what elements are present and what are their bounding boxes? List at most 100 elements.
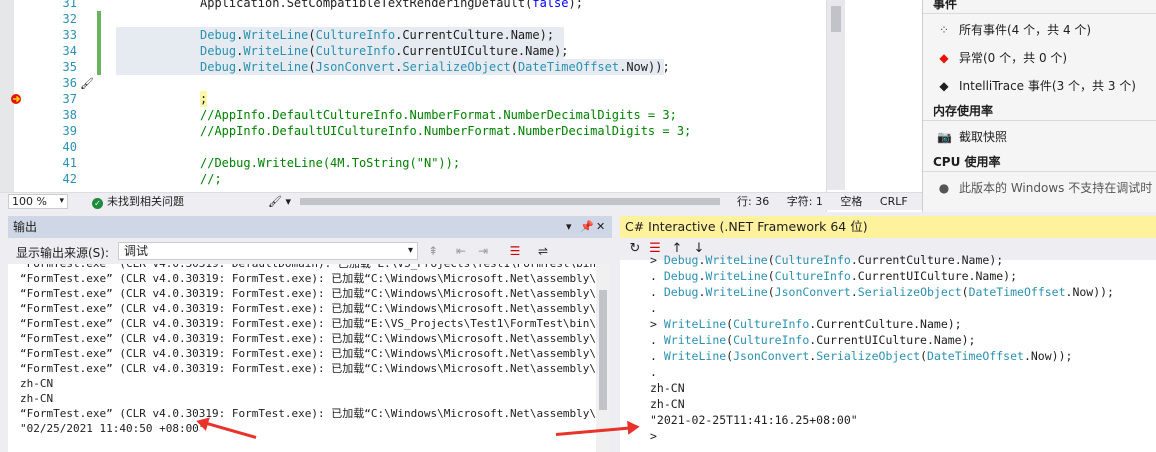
output-toolbar: 显示输出来源(S): 调试 ⇞ ⇤ ⇥ ☰ ⇌ bbox=[8, 238, 612, 264]
output-text[interactable]: “FormTest.exe” (CLR v4.0.30319: DefaultD… bbox=[8, 264, 596, 452]
close-icon[interactable]: ✕ bbox=[596, 216, 605, 238]
output-line: “FormTest.exe” (CLR v4.0.30319: FormTest… bbox=[20, 317, 596, 330]
line-code: Debug.WriteLine(CultureInfo.CurrentCultu… bbox=[200, 27, 554, 43]
code-line[interactable]: 33 Debug.WriteLine(CultureInfo.CurrentCul… bbox=[0, 27, 826, 43]
zoom-dropdown[interactable]: 100 % bbox=[8, 194, 68, 209]
code-token: Debug bbox=[200, 60, 237, 74]
code-token: ( bbox=[767, 269, 775, 283]
output-line: “FormTest.exe” (CLR v4.0.30319: FormTest… bbox=[20, 347, 596, 360]
code-token: ( bbox=[510, 60, 518, 74]
change-marker bbox=[97, 11, 101, 27]
repl-output[interactable]: > Debug.WriteLine(CultureInfo.CurrentCul… bbox=[620, 252, 1156, 444]
code-token: //AppInfo.DefaultUICultureInfo.NumberFor… bbox=[200, 124, 692, 138]
pin-icon[interactable]: 📌 bbox=[580, 216, 594, 238]
line-number: 35 bbox=[62, 60, 77, 74]
code-line[interactable]: 38 //AppInfo.DefaultCultureInfo.NumberFor… bbox=[0, 107, 826, 123]
code-line[interactable]: 37; bbox=[0, 91, 826, 107]
code-token: ( bbox=[308, 44, 316, 58]
output-line: zh-CN bbox=[20, 392, 54, 405]
word-wrap-icon[interactable]: ⇌ bbox=[534, 242, 552, 260]
line-code: //AppInfo.DefaultCultureInfo.NumberForma… bbox=[200, 107, 677, 123]
code-token: JsonConvert bbox=[774, 285, 851, 299]
code-line[interactable]: 35 Debug.WriteLine(JsonConvert.SerializeO… bbox=[0, 59, 826, 75]
editor-vertical-scrollbar[interactable] bbox=[826, 0, 922, 212]
find-message-icon[interactable]: ⇞ bbox=[424, 242, 442, 260]
output-pane: 输出 ▾ 📌 ✕ 显示输出来源(S): 调试 ⇞ ⇤ ⇥ ☰ ⇌ “FormTe… bbox=[8, 216, 612, 452]
clear-all-icon[interactable]: ☰ bbox=[506, 242, 524, 260]
code-token: WriteLine bbox=[663, 349, 727, 363]
scroll-track[interactable] bbox=[827, 0, 845, 190]
code-token: WriteLine bbox=[705, 269, 768, 283]
code-token: WriteLine bbox=[705, 285, 768, 299]
output-source-dropdown[interactable]: 调试 bbox=[118, 242, 418, 260]
code-token: ( bbox=[308, 28, 316, 42]
code-token: CultureInfo bbox=[733, 333, 810, 347]
intellitrace-label: IntelliTrace 事件(3 个，共 3 个) bbox=[959, 79, 1136, 93]
output-title: 输出 bbox=[13, 220, 38, 234]
quick-action-brush-icon[interactable]: 🖌 bbox=[80, 76, 94, 92]
line-number: 37 bbox=[62, 92, 77, 106]
code-token: //; bbox=[200, 172, 222, 186]
interactive-title-bar: C# Interactive (.NET Framework 64 位) bbox=[620, 216, 1156, 238]
events-header: 事件 bbox=[923, 0, 1156, 14]
output-line: "02/25/2021 11:40:50 +08:00" bbox=[20, 422, 206, 435]
code-token: Debug bbox=[663, 285, 699, 299]
go-to-next-icon[interactable]: ⇥ bbox=[474, 242, 492, 260]
line-code: //; bbox=[200, 171, 222, 187]
line-code: Debug.WriteLine(CultureInfo.CurrentUICul… bbox=[200, 43, 569, 59]
snapshot-label: 截取快照 bbox=[959, 130, 1008, 144]
code-lines[interactable]: 31 Application.SetCompatibleTextRendering… bbox=[0, 0, 826, 187]
memory-header: 内存使用率 bbox=[923, 101, 1156, 121]
code-token: WriteLine bbox=[243, 28, 309, 42]
snapshot-button[interactable]: 📷 截取快照 bbox=[937, 126, 1007, 148]
code-line[interactable]: 39 //AppInfo.DefaultUICultureInfo.NumberF… bbox=[0, 123, 826, 139]
all-events-item[interactable]: ⁘ 所有事件(4 个，共 4 个) bbox=[937, 19, 1091, 41]
repl-line: . bbox=[620, 364, 1156, 380]
code-line[interactable]: 40 bbox=[0, 139, 826, 155]
code-token: Debug bbox=[663, 269, 699, 283]
line-number-readout: 行: 36 bbox=[737, 195, 770, 208]
exceptions-item[interactable]: ◆ 异常(0 个，共 0 个) bbox=[937, 47, 1067, 69]
code-line[interactable]: 34 Debug.WriteLine(CultureInfo.CurrentUIC… bbox=[0, 43, 826, 59]
window-position-icon[interactable]: ▾ bbox=[566, 216, 572, 238]
code-token: ( bbox=[920, 349, 928, 363]
editor-horizontal-scrollbar[interactable] bbox=[300, 198, 720, 205]
repl-line: > bbox=[620, 428, 1156, 444]
whitespace-mode[interactable]: 空格 bbox=[840, 195, 862, 208]
output-scroll-thumb[interactable] bbox=[599, 290, 607, 410]
code-token: Application.SetCompatibleTextRenderingDe… bbox=[200, 0, 533, 10]
code-token: .CurrentCulture.Name); bbox=[809, 317, 962, 331]
cpu-header: CPU 使用率 bbox=[923, 152, 1156, 172]
repl-line: "2021-02-25T11:41:16.25+08:00" bbox=[620, 412, 1156, 428]
line-ending-mode[interactable]: CRLF bbox=[880, 195, 908, 208]
output-title-bar: 输出 ▾ 📌 ✕ bbox=[8, 216, 612, 238]
go-to-previous-icon[interactable]: ⇤ bbox=[452, 242, 470, 260]
breakpoint-icon[interactable] bbox=[10, 93, 22, 105]
code-token: .CurrentUICulture.Name); bbox=[395, 44, 569, 58]
code-token: .Now)); bbox=[1065, 285, 1114, 299]
line-number: 32 bbox=[62, 12, 77, 26]
code-editor[interactable]: 31 Application.SetCompatibleTextRendering… bbox=[0, 0, 826, 192]
code-line[interactable]: 31 Application.SetCompatibleTextRendering… bbox=[0, 0, 826, 11]
code-token: .Now)); bbox=[1023, 349, 1073, 363]
intellitrace-item[interactable]: ◆ IntelliTrace 事件(3 个，共 3 个) bbox=[937, 75, 1136, 97]
issues-indicator[interactable]: ✓ 未找到相关问题 bbox=[92, 193, 184, 210]
output-vertical-scrollbar[interactable] bbox=[596, 264, 610, 452]
code-token: CultureInfo bbox=[774, 269, 851, 283]
code-token: ( bbox=[767, 253, 775, 267]
scroll-thumb[interactable] bbox=[831, 6, 841, 32]
code-cleanup-brush-icon[interactable]: 🖌 ▾ bbox=[268, 193, 291, 210]
code-token: WriteLine bbox=[243, 44, 309, 58]
code-line[interactable]: 42 //; bbox=[0, 171, 826, 187]
code-token: Debug bbox=[200, 44, 237, 58]
code-line[interactable]: 41 //Debug.WriteLine(4M.ToString("N")); bbox=[0, 155, 826, 171]
code-token: WriteLine bbox=[705, 253, 768, 267]
code-token: . bbox=[650, 365, 657, 379]
interactive-title: C# Interactive (.NET Framework 64 位) bbox=[625, 219, 868, 234]
code-token: WriteLine bbox=[663, 333, 727, 347]
code-line[interactable]: 32 bbox=[0, 11, 826, 27]
code-line[interactable]: 36 🖌 bbox=[0, 75, 826, 91]
code-token: SerializeObject bbox=[857, 285, 962, 299]
code-token: . bbox=[650, 269, 664, 283]
code-token: . bbox=[650, 285, 664, 299]
